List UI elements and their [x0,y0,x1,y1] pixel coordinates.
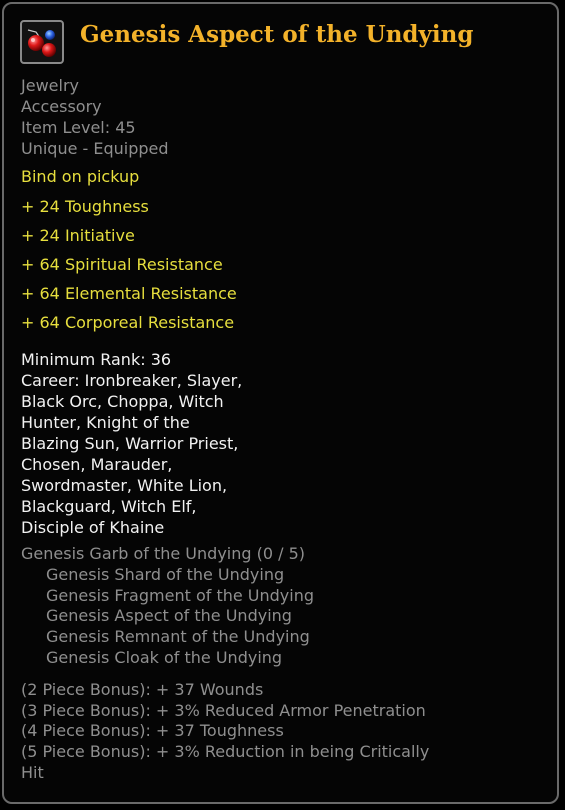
career-list: Career: Ironbreaker, Slayer, Black Orc, … [21,371,243,537]
stat-line: + 24 Toughness [21,197,149,216]
item-type: Jewelry [21,76,79,95]
tooltip-header: Genesis Aspect of the Undying [20,20,547,64]
set-piece: Genesis Shard of the Undying [46,564,285,584]
set-bonuses: (2 Piece Bonus): + 37 Wounds (3 Piece Bo… [21,680,547,784]
item-level: Item Level: 45 [21,118,136,137]
stat-line: + 64 Elemental Resistance [21,284,237,303]
set-piece: Genesis Remnant of the Undying [46,627,310,647]
item-slot: Accessory [21,97,102,116]
stat-line: + 24 Initiative [21,226,135,245]
stat-list: + 24 Toughness + 24 Initiative + 64 Spir… [21,196,547,341]
set-bonus: (5 Piece Bonus): + 3% Reduction in being… [21,742,430,782]
tooltip-body: Jewelry Accessory Item Level: 45 Unique … [21,75,547,784]
item-title: Genesis Aspect of the Undying [80,21,474,48]
set-bonus: (4 Piece Bonus): + 37 Toughness [21,721,284,741]
stat-line: + 64 Spiritual Resistance [21,255,223,274]
bind-status: Bind on pickup [21,167,140,186]
set-piece: Genesis Aspect of the Undying [46,606,292,626]
requirements: Minimum Rank: 36 Career: Ironbreaker, Sl… [21,349,547,538]
stat-line: + 64 Corporeal Resistance [21,313,235,332]
set-piece: Genesis Cloak of the Undying [46,647,283,667]
item-rarity: Unique - Equipped [21,139,169,158]
set-piece: Genesis Fragment of the Undying [46,585,315,605]
set-bonus: (3 Piece Bonus): + 3% Reduced Armor Pene… [21,700,426,720]
red-gems-icon [20,20,64,64]
item-tooltip: Genesis Aspect of the Undying Jewelry Ac… [2,2,559,804]
item-set: Genesis Garb of the Undying (0 / 5) Gene… [21,544,547,669]
set-bonus: (2 Piece Bonus): + 37 Wounds [21,679,264,699]
set-name: Genesis Garb of the Undying (0 / 5) [21,544,306,563]
minimum-rank: Minimum Rank: 36 [21,350,172,369]
